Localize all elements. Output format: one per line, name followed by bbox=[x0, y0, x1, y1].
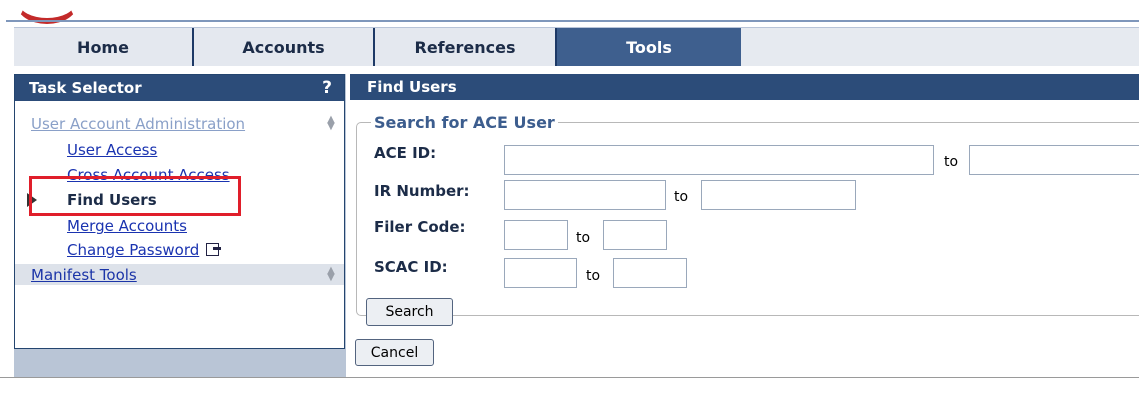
app-window: Home Accounts References Tools Task Sele… bbox=[6, 0, 1139, 378]
help-icon[interactable]: ? bbox=[322, 78, 332, 98]
search-button[interactable]: Search bbox=[366, 298, 453, 326]
filer-code-from-input[interactable] bbox=[504, 220, 568, 250]
scac-id-to-input[interactable] bbox=[613, 258, 687, 288]
to-label: to bbox=[944, 154, 959, 170]
sidebar-item-change-password[interactable]: Change Password bbox=[67, 241, 222, 259]
header-banner bbox=[6, 0, 1139, 24]
search-group: Search for ACE User ACE ID: to IR Number… bbox=[356, 113, 1139, 326]
scac-id-label: SCAC ID: bbox=[374, 258, 448, 276]
task-selector-panel: Task Selector ? User Account Administrat… bbox=[14, 74, 346, 378]
cancel-button[interactable]: Cancel bbox=[355, 339, 434, 366]
scac-id-from-input[interactable] bbox=[504, 258, 577, 288]
filer-code-to-input[interactable] bbox=[603, 220, 667, 250]
tab-tools[interactable]: Tools bbox=[557, 28, 742, 66]
find-users-panel: Find Users Search for ACE User ACE ID: t… bbox=[350, 74, 1139, 378]
ir-number-from-input[interactable] bbox=[504, 180, 666, 210]
highlight-annotation bbox=[29, 176, 241, 216]
sidebar-item-merge-accounts[interactable]: Merge Accounts bbox=[67, 217, 187, 235]
expand-collapse-icon[interactable]: ▲ ▼ bbox=[326, 115, 336, 132]
torn-edge-decoration bbox=[0, 377, 1139, 394]
main-nav-tabs: Home Accounts References Tools bbox=[14, 27, 1139, 67]
ace-id-to-input[interactable] bbox=[969, 145, 1139, 175]
to-label: to bbox=[576, 230, 591, 246]
ace-id-from-input[interactable] bbox=[504, 145, 934, 175]
ir-number-label: IR Number: bbox=[374, 182, 470, 200]
tab-home[interactable]: Home bbox=[14, 28, 194, 66]
search-group-title: Search for ACE User bbox=[374, 113, 555, 132]
page-title: Find Users bbox=[350, 74, 1139, 100]
task-selector-header: Task Selector ? bbox=[15, 75, 344, 101]
expand-collapse-icon[interactable]: ▲ ▼ bbox=[326, 266, 336, 283]
sidebar-item-user-access[interactable]: User Access bbox=[67, 141, 157, 159]
ace-id-label: ACE ID: bbox=[374, 144, 437, 162]
ir-number-to-input[interactable] bbox=[701, 180, 856, 210]
category-user-account-administration[interactable]: User Account Administration ▲ ▼ bbox=[15, 113, 344, 134]
task-selector-title: Task Selector bbox=[29, 79, 142, 97]
to-label: to bbox=[586, 268, 601, 284]
filer-code-label: Filer Code: bbox=[374, 218, 466, 236]
category-manifest-tools[interactable]: Manifest Tools ▲ ▼ bbox=[15, 264, 344, 285]
external-link-icon bbox=[206, 243, 222, 256]
to-label: to bbox=[674, 189, 689, 205]
tab-references[interactable]: References bbox=[375, 28, 557, 66]
tab-accounts[interactable]: Accounts bbox=[194, 28, 375, 66]
